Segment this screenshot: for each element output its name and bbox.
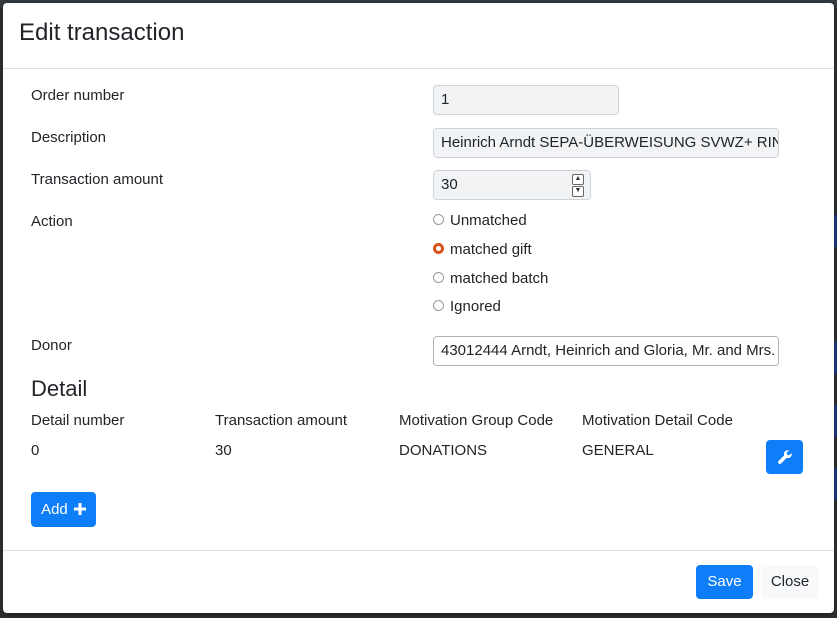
column-header: Transaction amount — [215, 412, 348, 429]
modal-header: Edit transaction — [3, 3, 834, 69]
radio-matched-batch[interactable] — [433, 272, 444, 283]
transaction-amount-label: Transaction amount — [31, 171, 164, 188]
add-detail-button[interactable]: Add — [31, 492, 96, 527]
detail-section-title: Detail — [31, 376, 88, 401]
description-label: Description — [31, 129, 107, 146]
donor-field[interactable]: 43012444 Arndt, Heinrich and Gloria, Mr.… — [433, 336, 779, 366]
table-cell: DONATIONS — [399, 442, 488, 459]
amount-spinner[interactable]: ▲ ▼ — [572, 174, 584, 197]
plus-icon — [73, 503, 86, 515]
column-header: Detail number — [31, 412, 125, 429]
modal-title: Edit transaction — [19, 19, 185, 46]
description-field[interactable]: Heinrich Arndt SEPA-ÜBERWEISUNG SVWZ+ RI… — [433, 128, 779, 158]
radio-label: matched batch — [450, 270, 549, 287]
edit-detail-button[interactable] — [766, 440, 803, 474]
radio-label: Ignored — [450, 298, 501, 315]
wrench-icon — [778, 450, 792, 464]
radio-ignored[interactable] — [433, 300, 444, 311]
column-header: Motivation Group Code — [399, 412, 554, 429]
edit-transaction-dialog: Edit transaction Order number 1 Descript… — [3, 3, 834, 613]
order-number-label: Order number — [31, 87, 125, 104]
table-cell: GENERAL — [582, 442, 654, 459]
radio-label: matched gift — [450, 241, 532, 258]
column-header: Motivation Detail Code — [582, 412, 733, 429]
close-button[interactable]: Close — [761, 565, 819, 599]
radio-label: Unmatched — [450, 212, 527, 229]
modal-footer-divider — [3, 550, 834, 551]
donor-label: Donor — [31, 337, 72, 354]
spinner-down-icon[interactable]: ▼ — [572, 186, 584, 197]
add-button-label: Add — [41, 501, 68, 518]
table-cell: 0 — [31, 442, 40, 459]
order-number-field[interactable]: 1 — [433, 85, 619, 115]
spinner-up-icon[interactable]: ▲ — [572, 174, 584, 185]
table-cell: 30 — [215, 442, 232, 459]
transaction-amount-field[interactable]: 30 ▲ ▼ — [433, 170, 591, 200]
save-button[interactable]: Save — [696, 565, 753, 599]
radio-unmatched[interactable] — [433, 214, 444, 225]
radio-matched-gift[interactable] — [433, 243, 444, 254]
transaction-amount-value: 30 — [441, 176, 458, 193]
action-label: Action — [31, 213, 73, 230]
